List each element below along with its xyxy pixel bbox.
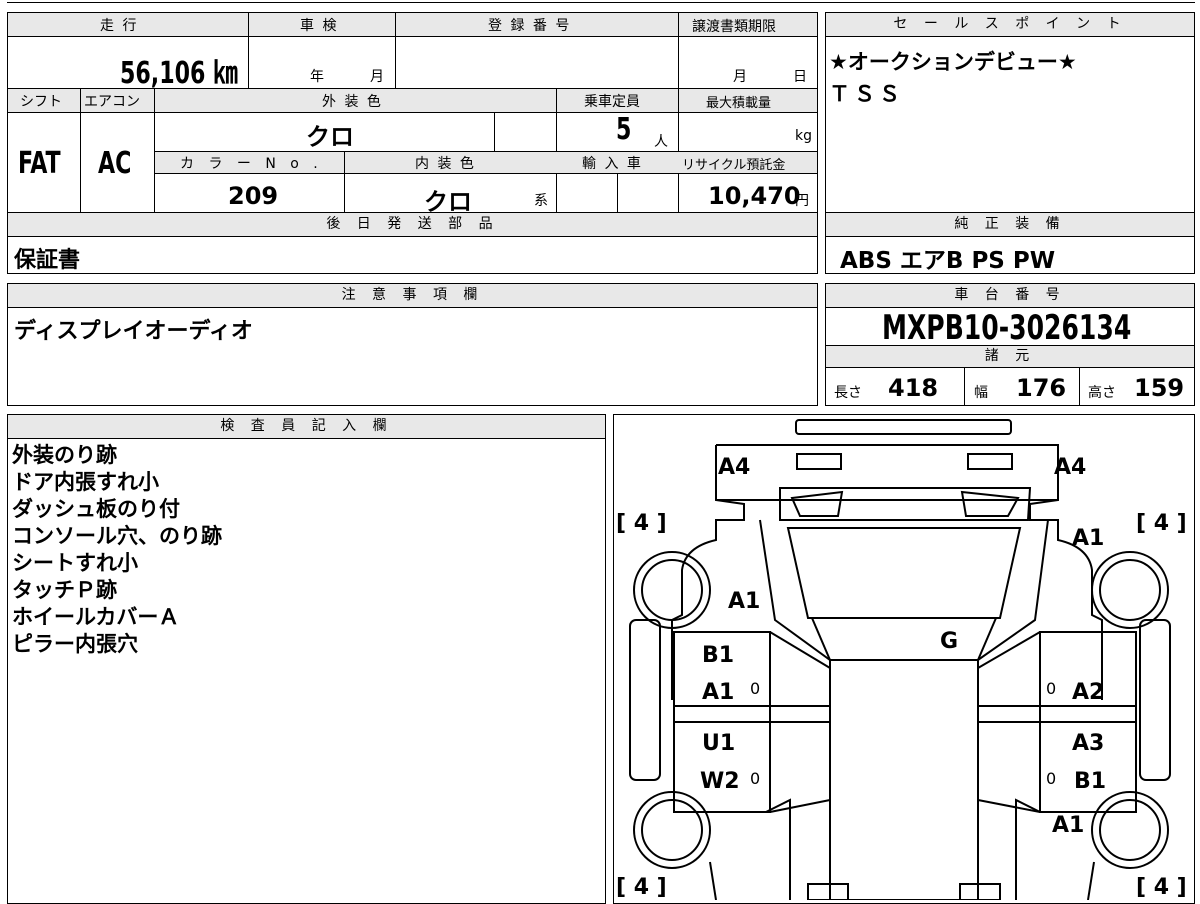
- damage-roof: G: [940, 629, 958, 654]
- damage-door-fr: A2: [1072, 680, 1104, 705]
- selling-points-header: セ ー ル ス ポ イ ン ト: [826, 13, 1194, 37]
- inspection-month-unit: 月: [370, 69, 384, 85]
- inspector-note: タッチＰ跡: [12, 578, 117, 602]
- car-diagram: A4 A4 [ 4 ] [ 4 ] [ 4 ] [ 4 ] A1 A1 G B1…: [616, 419, 1187, 900]
- inspector-notes-list: 外装のり跡 ドア内張すれ小 ダッシュ板のり付 コンソール穴、のり跡 シートすれ小…: [12, 442, 222, 658]
- chassis-header: 車 台 番 号: [826, 284, 1194, 308]
- height-label: 高さ: [1088, 385, 1116, 401]
- tire-front-left: [ 4 ]: [616, 511, 667, 536]
- capacity-unit: 人: [654, 134, 668, 150]
- tire-front-right: [ 4 ]: [1136, 511, 1187, 536]
- inspector-note: ダッシュ板のり付: [12, 497, 180, 521]
- exterior-color-value: クロ: [306, 123, 354, 151]
- color-no-header: カ ラ ー N o .: [180, 156, 323, 172]
- length-value: 418: [888, 374, 939, 402]
- selling-point-line-2: ＴＳＳ: [829, 82, 904, 106]
- aircon-value: AC: [98, 146, 132, 181]
- length-label: 長さ: [834, 385, 862, 401]
- recycle-value: 10,470: [708, 182, 801, 210]
- selling-points-box: [825, 12, 1195, 213]
- damage-front-left: A4: [718, 455, 750, 480]
- damage-door-rr-1: A3: [1072, 731, 1104, 756]
- inspection-year-unit: 年: [310, 69, 324, 85]
- deadline-day-unit: 日: [793, 69, 807, 85]
- tire-rear-right: [ 4 ]: [1136, 875, 1187, 900]
- interior-suffix: 系: [534, 193, 548, 209]
- tire-rear-left: [ 4 ]: [616, 875, 667, 900]
- capacity-value: 5: [616, 112, 632, 147]
- inspector-header: 検 査 員 記 入 欄: [8, 415, 605, 439]
- deadline-month-unit: 月: [733, 69, 747, 85]
- recycle-unit: 円: [795, 193, 809, 209]
- width-value: 176: [1016, 374, 1067, 402]
- notes-value: ディスプレイオーディオ: [14, 319, 253, 344]
- notes-header: 注 意 事 項 欄: [8, 284, 817, 308]
- later-parts-header: 後 日 発 送 部 品: [8, 213, 817, 237]
- damage-fender-front-left: A1: [728, 589, 760, 614]
- genuine-equipment-value: ABS エアB PS PW: [840, 248, 1056, 274]
- mileage-header: 走 行: [100, 18, 139, 34]
- chassis-number: MXPB10-3026134: [882, 308, 1132, 348]
- recycle-header: リサイクル預託金: [682, 158, 786, 173]
- interior-color-header: 内 装 色: [415, 156, 476, 172]
- inspector-note: シートすれ小: [12, 551, 138, 575]
- damage-rear-right: A1: [1052, 813, 1084, 838]
- later-parts-value: 保証書: [14, 248, 81, 273]
- damage-door-fl-1: B1: [702, 643, 734, 668]
- selling-point-line-1: ★オークションデビュー★: [829, 50, 1077, 74]
- capacity-header: 乗車定員: [584, 94, 640, 110]
- inspection-header: 車 検: [300, 18, 339, 34]
- mileage-value: 56,106 ㎞: [120, 56, 238, 91]
- inspector-note: ドア内張すれ小: [12, 470, 159, 494]
- max-load-unit: kg: [795, 128, 812, 144]
- zero-marker: 0: [750, 769, 760, 788]
- damage-door-fl-2: A1: [702, 680, 734, 705]
- inspector-note: コンソール穴、のり跡: [12, 524, 222, 548]
- inspector-note: ピラー内張穴: [12, 632, 138, 656]
- zero-marker: 0: [1046, 769, 1056, 788]
- damage-door-rl-1: U1: [702, 731, 735, 756]
- height-value: 159: [1134, 374, 1185, 402]
- zero-marker: 0: [750, 679, 760, 698]
- registration-header: 登 録 番 号: [488, 18, 572, 34]
- shift-header: シフト: [20, 94, 62, 110]
- genuine-equipment-header: 純 正 装 備: [826, 213, 1194, 237]
- damage-door-rl-2: W2: [700, 769, 740, 794]
- exterior-color-header: 外 装 色: [322, 94, 383, 110]
- shift-value: FAT: [18, 146, 61, 181]
- max-load-header: 最大積載量: [706, 96, 772, 111]
- specs-header: 諸 元: [826, 346, 1194, 368]
- transfer-deadline-header: 譲渡書類期限: [692, 19, 776, 35]
- damage-door-rr-2: B1: [1074, 769, 1106, 794]
- zero-marker: 0: [1046, 679, 1056, 698]
- color-no-value: 209: [228, 182, 279, 210]
- inspector-note: 外装のり跡: [12, 443, 117, 467]
- inspector-note: ホイールカバーＡ: [12, 605, 180, 629]
- aircon-header: エアコン: [84, 94, 140, 110]
- damage-fender-front-right: A1: [1072, 526, 1104, 551]
- width-label: 幅: [974, 385, 988, 401]
- import-header: 輸 入 車: [582, 156, 643, 172]
- damage-front-right: A4: [1054, 455, 1086, 480]
